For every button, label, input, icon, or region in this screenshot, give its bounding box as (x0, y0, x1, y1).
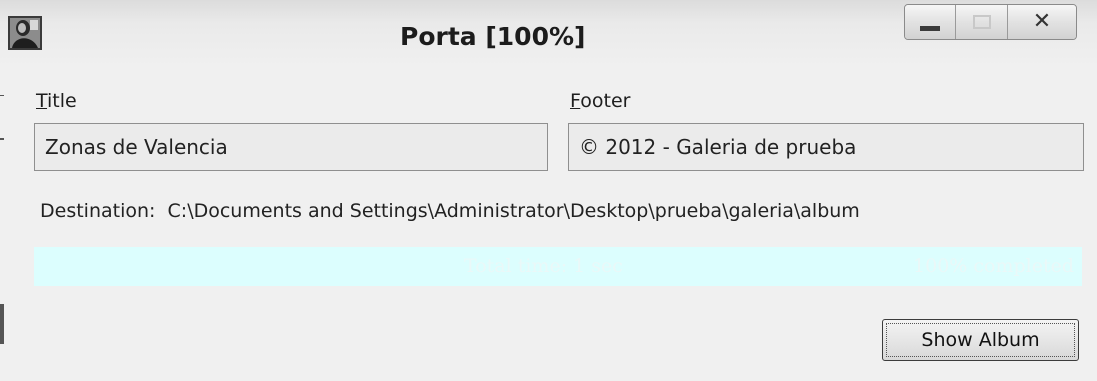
minimize-icon (920, 25, 941, 31)
maximize-button[interactable] (956, 5, 1008, 39)
destination-row: Destination: C:\Documents and Settings\A… (40, 200, 860, 222)
title-field[interactable]: Zonas de Valencia (34, 123, 548, 171)
close-icon: ✕ (1032, 9, 1052, 34)
title-label: Title (36, 90, 77, 112)
progress-percent-text: 100% completed (913, 255, 1074, 277)
porta-window: Porta [100%] ✕ Title Zonas de Valencia F… (0, 0, 1097, 381)
destination-label: Destination: (40, 200, 156, 222)
footer-label-accelerator: F (570, 90, 581, 112)
background-edge-mark (0, 95, 4, 96)
title-label-text: itle (47, 90, 77, 112)
footer-label: Footer (570, 90, 630, 112)
minimize-button[interactable] (905, 5, 957, 39)
window-title: Porta [100%] (400, 22, 586, 51)
footer-label-text: ooter (580, 90, 631, 112)
close-button[interactable]: ✕ (1007, 5, 1076, 39)
title-bar[interactable]: Porta [100%] ✕ (0, 0, 1097, 68)
background-edge-mark (0, 138, 4, 140)
progress-time-text: Total time: 1 sec (464, 255, 623, 277)
title-label-accelerator: T (36, 90, 48, 112)
show-album-label: Show Album (886, 323, 1075, 357)
app-portrait-icon (8, 16, 42, 50)
background-edge-mark (0, 304, 4, 344)
maximize-icon (972, 15, 991, 29)
destination-path: C:\Documents and Settings\Administrator\… (167, 200, 860, 222)
caption-buttons: ✕ (904, 4, 1077, 40)
progress-bar: Total time: 1 sec 100% completed (34, 247, 1082, 286)
footer-field[interactable]: © 2012 - Galeria de prueba (568, 123, 1084, 171)
show-album-button[interactable]: Show Album (882, 319, 1079, 361)
